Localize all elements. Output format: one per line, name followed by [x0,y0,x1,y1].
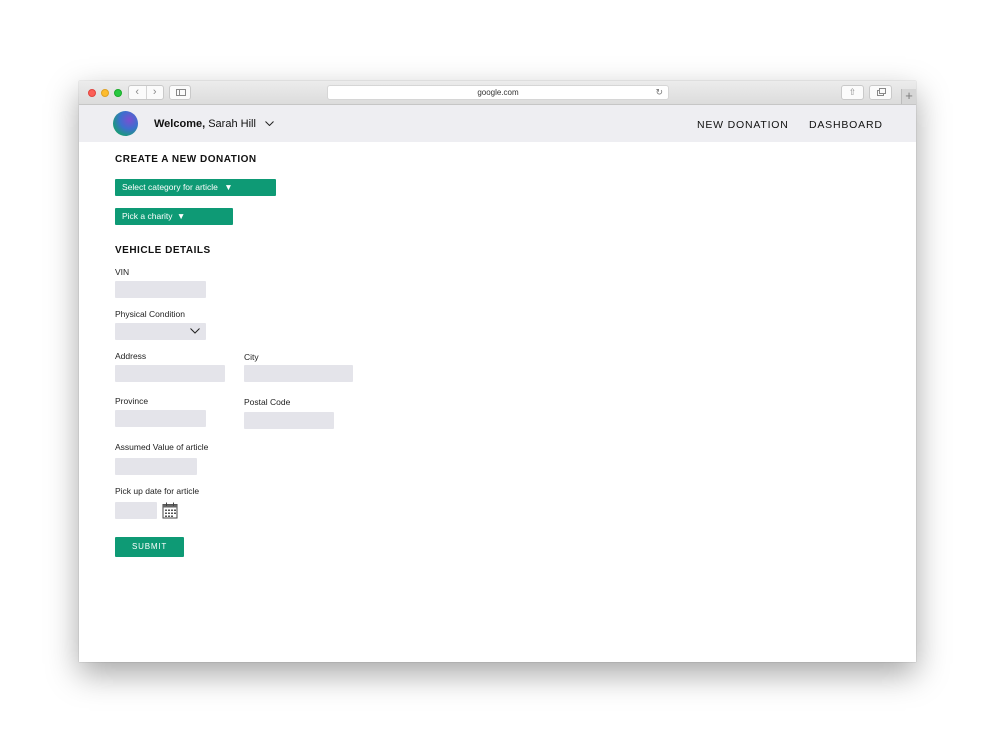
address-label: Address [115,351,147,361]
province-label: Province [115,396,149,406]
province-input[interactable] [115,410,206,427]
address-input[interactable] [115,365,225,382]
chevron-down-icon [265,121,274,126]
charity-dropdown-arrow-icon: ▼ [176,211,186,221]
vin-input[interactable] [115,281,206,298]
show-tabs-button[interactable] [869,85,892,100]
category-dropdown-arrow-icon: ▼ [224,182,233,192]
sidebar-toggle-button[interactable] [169,85,191,100]
physical-condition-select[interactable] [115,323,206,340]
plus-icon: + [905,88,913,103]
charity-select[interactable]: Pick a charity ▼ [115,208,233,225]
share-button[interactable]: ⇧ [841,85,864,100]
city-label: City [244,352,259,362]
welcome-label: Welcome, [154,118,206,130]
category-select[interactable]: Select category for article ▼ [115,179,276,196]
postal-code-input[interactable] [244,412,334,429]
forward-icon[interactable]: › [147,86,164,99]
reload-icon[interactable]: ↻ [655,86,663,99]
pickup-date-label: Pick up date for article [115,486,200,496]
new-tab-button[interactable]: + [901,89,916,104]
nav-new-donation[interactable]: NEW DONATION [697,119,789,131]
sidebar-icon [176,89,186,96]
donation-form: CREATE A NEW DONATION Select category fo… [79,142,916,662]
assumed-value-label: Assumed Value of article [115,442,209,452]
close-window-button[interactable] [88,89,96,97]
submit-button[interactable]: SUBMIT [115,537,184,557]
calendar-icon[interactable] [162,502,178,519]
logo[interactable] [113,111,138,136]
zoom-window-button[interactable] [114,89,122,97]
category-select-label: Select category for article [122,182,218,192]
pickup-date-input[interactable] [115,502,157,519]
charity-select-label: Pick a charity [122,211,173,221]
chevron-down-icon [190,328,200,334]
vin-label: VIN [115,267,130,277]
nav-dashboard[interactable]: DASHBOARD [809,119,883,131]
vehicle-details-heading: VEHICLE DETAILS [115,245,211,256]
minimize-window-button[interactable] [101,89,109,97]
share-icon: ⇧ [848,87,857,97]
assumed-value-input[interactable] [115,458,197,475]
page-title: CREATE A NEW DONATION [115,154,257,165]
postal-code-label: Postal Code [244,397,291,407]
back-icon[interactable]: ‹ [129,86,147,99]
url-text: google.com [477,88,519,97]
address-bar[interactable]: google.com ↻ [327,85,669,100]
physical-condition-label: Physical Condition [115,309,185,319]
city-input[interactable] [244,365,353,382]
browser-toolbar: ‹ › google.com ↻ ⇧ + [79,81,916,105]
user-menu[interactable]: Welcome, Sarah Hill [154,118,274,130]
user-name: Sarah Hill [208,118,256,130]
app-header: Welcome, Sarah Hill NEW DONATION DASHBOA… [79,105,916,142]
browser-window: ‹ › google.com ↻ ⇧ + Welcome, Sarah Hill [79,81,916,662]
history-nav: ‹ › [128,85,164,100]
